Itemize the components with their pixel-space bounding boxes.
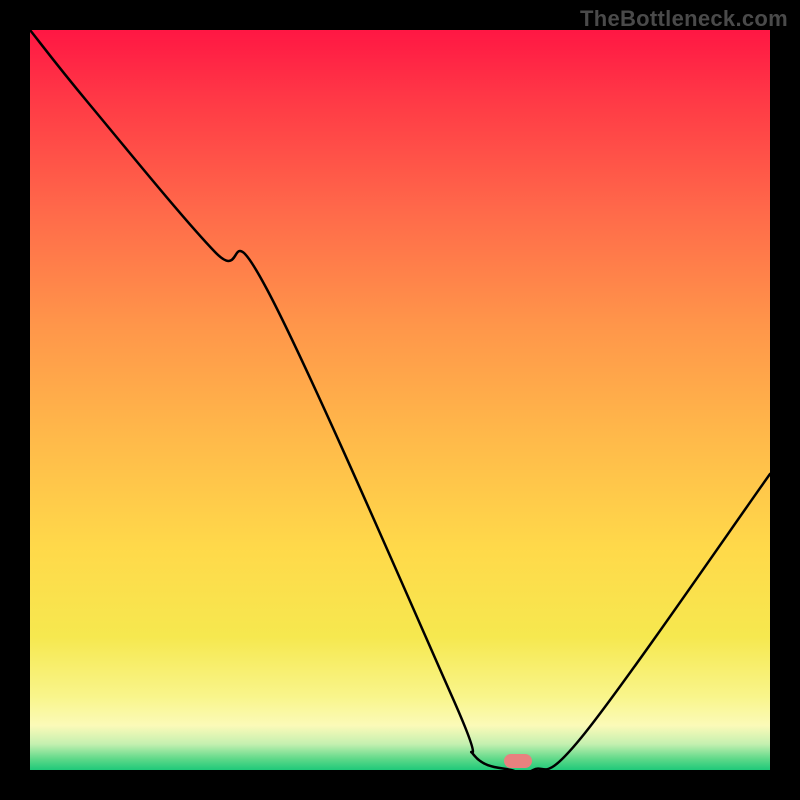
watermark-text: TheBottleneck.com <box>580 6 788 32</box>
chart-container: TheBottleneck.com <box>0 0 800 800</box>
bottleneck-curve <box>30 30 770 770</box>
optimal-marker <box>504 754 532 768</box>
plot-area <box>30 30 770 770</box>
